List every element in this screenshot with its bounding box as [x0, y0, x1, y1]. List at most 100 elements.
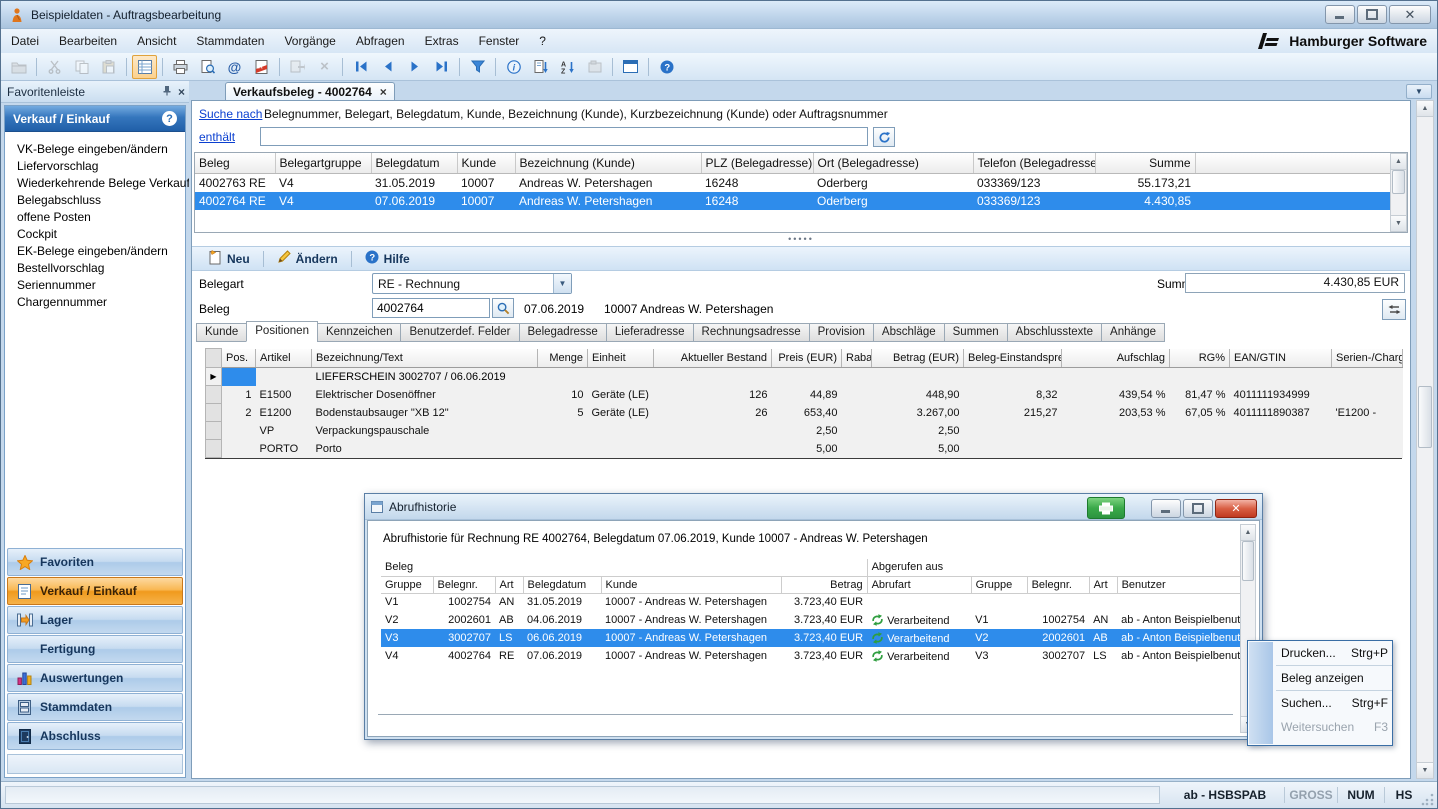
cell[interactable]: 2,50 [872, 422, 964, 440]
scroll-up-icon[interactable]: ▲ [1391, 154, 1406, 170]
toolbar-window-button[interactable] [618, 55, 643, 79]
cell[interactable]: Verarbeitend [867, 629, 971, 647]
table-row[interactable]: V44002764RE07.06.201910007 - Andreas W. … [381, 647, 1243, 665]
search-operator-link[interactable]: enthält [199, 130, 235, 144]
cell[interactable]: 3.723,40 EUR [781, 611, 867, 629]
cell[interactable] [1089, 593, 1117, 611]
context-item-beleg-anzeigen[interactable]: Beleg anzeigen [1248, 666, 1392, 690]
cell[interactable]: PORTO [256, 440, 312, 458]
cell[interactable] [588, 440, 654, 458]
cell[interactable]: 4002764 RE [195, 192, 275, 210]
table-row[interactable]: 4002763 REV431.05.201910007Andreas W. Pe… [195, 173, 1407, 192]
column-header-menge[interactable]: Menge [538, 349, 588, 368]
toolbar-print-preview-button[interactable] [195, 55, 220, 79]
cell[interactable] [842, 404, 872, 422]
scroll-up-icon[interactable]: ▲ [1241, 525, 1255, 541]
menu-datei[interactable]: Datei [1, 31, 49, 51]
document-list-scrollbar[interactable]: ▲ ▼ [1390, 153, 1407, 232]
cell[interactable]: 1 [222, 386, 256, 404]
tab-lieferadresse[interactable]: Lieferadresse [606, 323, 694, 342]
cell[interactable]: ab - Anton Beispielbenutzer [1117, 647, 1243, 665]
refresh-button[interactable] [873, 127, 895, 147]
dialog-minimize-button[interactable] [1151, 499, 1181, 518]
sidebar-item-offene-posten[interactable]: offene Posten [17, 209, 185, 226]
tab-abschläge[interactable]: Abschläge [873, 323, 945, 342]
cell[interactable]: 3.267,00 [872, 404, 964, 422]
cell[interactable]: Oderberg [813, 192, 973, 210]
toolbar-help-button[interactable]: ? [654, 55, 679, 79]
cell[interactable]: AN [495, 593, 523, 611]
table-row[interactable]: VPVerpackungspauschale2,502,50 [206, 422, 1403, 440]
column-header-abrufart[interactable]: Abrufart [867, 576, 971, 593]
dialog-maximize-button[interactable] [1183, 499, 1213, 518]
cell[interactable]: 2,50 [772, 422, 842, 440]
cell[interactable] [1062, 422, 1170, 440]
cell[interactable]: ab - Anton Beispielbenutzer [1117, 611, 1243, 629]
tab-anhänge[interactable]: Anhänge [1101, 323, 1165, 342]
cell[interactable]: V2 [971, 629, 1027, 647]
cell[interactable]: E1500 [256, 386, 312, 404]
cell[interactable] [1170, 440, 1230, 458]
menu-stammdaten[interactable]: Stammdaten [186, 31, 274, 51]
cell[interactable]: 203,53 % [1062, 404, 1170, 422]
sidebar-item-ek-belege-eingeben-ändern[interactable]: EK-Belege eingeben/ändern [17, 243, 185, 260]
cell[interactable] [256, 368, 312, 386]
cell[interactable]: 10 [538, 386, 588, 404]
cell[interactable]: V3 [381, 629, 433, 647]
cell[interactable]: V4 [275, 173, 371, 192]
cell[interactable]: 10007 [457, 173, 515, 192]
cell[interactable]: 033369/123 [973, 173, 1095, 192]
swap-view-button[interactable] [1382, 299, 1406, 320]
cell[interactable]: V1 [971, 611, 1027, 629]
cell[interactable]: 4002763 RE [195, 173, 275, 192]
sidebar-item-vk-belege-eingeben-ändern[interactable]: VK-Belege eingeben/ändern [17, 141, 185, 158]
nav-button-stammdaten[interactable]: Stammdaten [7, 693, 183, 721]
toolbar-filter-button[interactable] [465, 55, 490, 79]
cell[interactable]: 10007 - Andreas W. Petershagen [601, 611, 781, 629]
cell[interactable] [1170, 368, 1230, 386]
search-input[interactable] [260, 127, 868, 146]
tab-positionen[interactable]: Positionen [246, 321, 318, 342]
cell[interactable]: Verarbeitend [867, 611, 971, 629]
dialog-print-button[interactable] [1087, 497, 1125, 519]
cell[interactable]: V4 [381, 647, 433, 665]
cell[interactable] [1230, 440, 1332, 458]
cell[interactable]: 81,47 % [1170, 386, 1230, 404]
scroll-down-icon[interactable]: ▼ [1417, 762, 1433, 778]
sidebar-item-bestellvorschlag[interactable]: Bestellvorschlag [17, 260, 185, 277]
cell[interactable]: Porto [312, 440, 538, 458]
dialog-close-button[interactable]: ✕ [1215, 499, 1257, 518]
column-header-beleg-einstandspreis-e[interactable]: Beleg-Einstandspreis (E [964, 349, 1062, 368]
cell[interactable]: 3.723,40 EUR [781, 647, 867, 665]
table-row[interactable]: 2E1200Bodenstaubsauger "XB 12"5Geräte (L… [206, 404, 1403, 422]
beleg-number-input[interactable] [372, 298, 490, 318]
cell[interactable]: 3002707 [1027, 647, 1089, 665]
cell[interactable]: 3002707 [433, 629, 495, 647]
tab-list-dropdown[interactable]: ▼ [1406, 84, 1432, 99]
cell[interactable]: AN [1089, 611, 1117, 629]
cell[interactable]: 'E1200 - [1332, 404, 1403, 422]
cell[interactable]: LIEFERSCHEIN 3002707 / 06.06.2019 [312, 368, 538, 386]
cell[interactable]: 5 [538, 404, 588, 422]
table-row[interactable]: 1E1500Elektrischer Dosenöffner10Geräte (… [206, 386, 1403, 404]
tab-belegadresse[interactable]: Belegadresse [519, 323, 607, 342]
menu-vorgänge[interactable]: Vorgänge [274, 31, 345, 51]
cell[interactable]: 06.06.2019 [523, 629, 601, 647]
column-header-ort-belegadresse[interactable]: Ort (Belegadresse) [813, 153, 973, 173]
cell[interactable] [588, 422, 654, 440]
column-header-telefon-belegadresse[interactable]: Telefon (Belegadresse) [973, 153, 1095, 173]
toolbar-email-button[interactable]: @ [222, 55, 247, 79]
scroll-thumb[interactable] [1242, 541, 1254, 581]
pin-icon[interactable] [162, 85, 172, 99]
cell[interactable]: 5,00 [872, 440, 964, 458]
cell[interactable]: Oderberg [813, 173, 973, 192]
chevron-down-icon[interactable]: ▼ [553, 274, 571, 293]
cell[interactable] [842, 368, 872, 386]
column-header-belegartgruppe[interactable]: Belegartgruppe [275, 153, 371, 173]
cell[interactable]: V1 [381, 593, 433, 611]
toolbar-nav-last-button[interactable] [429, 55, 454, 79]
cell[interactable] [1332, 386, 1403, 404]
cell[interactable]: V2 [381, 611, 433, 629]
cell[interactable]: Verpackungspauschale [312, 422, 538, 440]
cell[interactable] [1062, 368, 1170, 386]
